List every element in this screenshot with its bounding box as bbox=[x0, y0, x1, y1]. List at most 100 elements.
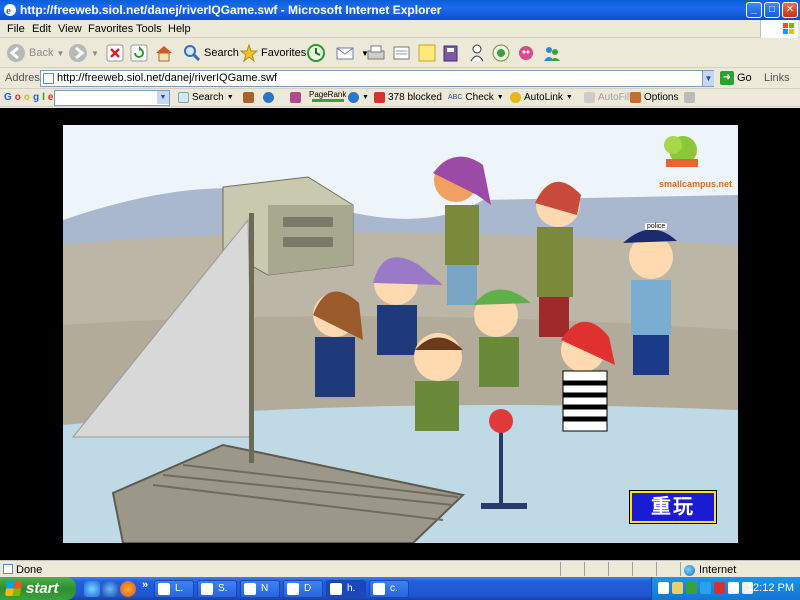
contacts-button[interactable] bbox=[542, 42, 562, 64]
spell-check-button[interactable]: ABC Check ▼ bbox=[448, 92, 504, 103]
river-crossing-scene bbox=[63, 125, 738, 543]
go-button[interactable]: ➜ Go bbox=[720, 71, 752, 85]
icq-button[interactable] bbox=[492, 42, 510, 64]
news-button[interactable] bbox=[243, 92, 254, 103]
news-icon bbox=[243, 92, 254, 103]
address-input[interactable]: http://freeweb.siol.net/danej/riverIQGam… bbox=[40, 70, 714, 87]
popup-blocker-button[interactable]: 378 blocked bbox=[374, 92, 442, 103]
spell-check-icon: ABC bbox=[448, 94, 463, 101]
back-arrow-icon bbox=[7, 44, 25, 62]
taskbar-item[interactable]: c. bbox=[369, 580, 409, 598]
history-button[interactable] bbox=[306, 42, 326, 64]
autolink-label: AutoLink bbox=[524, 92, 563, 103]
taskbar: start » L. S. N D h. c. 12:12 PM bbox=[0, 577, 800, 600]
firefox-quicklaunch-icon[interactable] bbox=[120, 581, 136, 597]
favorites-button[interactable]: Favorites bbox=[240, 42, 306, 64]
status-bar: Done Internet bbox=[0, 560, 800, 577]
svg-text:e: e bbox=[6, 5, 11, 17]
taskbar-item[interactable]: S. bbox=[197, 580, 237, 598]
taskbar-item[interactable]: L. bbox=[154, 580, 194, 598]
notes-button[interactable] bbox=[418, 42, 436, 64]
search-button[interactable]: Search bbox=[183, 42, 239, 64]
tray-icon[interactable] bbox=[658, 582, 669, 594]
replay-button[interactable]: 重玩 bbox=[629, 490, 717, 524]
tray-icon[interactable] bbox=[672, 582, 683, 594]
start-button[interactable]: start bbox=[0, 577, 76, 600]
menu-help[interactable]: Help bbox=[168, 23, 191, 35]
info-button[interactable]: ▼ bbox=[348, 92, 369, 103]
status-text: Done bbox=[16, 564, 43, 576]
autofill-icon bbox=[584, 92, 595, 103]
address-dropdown-button[interactable]: ▼ bbox=[702, 71, 714, 86]
autofill-label: AutoFill bbox=[598, 92, 632, 103]
tray-icon[interactable] bbox=[714, 582, 725, 594]
check-label: Check bbox=[465, 92, 494, 103]
options-label: Options bbox=[644, 92, 679, 103]
google-search-button[interactable]: Search ▼ bbox=[178, 92, 234, 103]
options-button[interactable]: Options bbox=[630, 92, 678, 103]
messenger-button[interactable] bbox=[468, 42, 486, 64]
ie-window-icon bbox=[330, 583, 342, 595]
quicklaunch-more-chevron[interactable]: » bbox=[142, 579, 148, 591]
tray-icon[interactable] bbox=[700, 582, 711, 594]
page-info-button[interactable] bbox=[290, 92, 301, 103]
minimize-button[interactable]: _ bbox=[746, 2, 762, 18]
menu-file[interactable]: File bbox=[7, 23, 25, 35]
research-button[interactable] bbox=[442, 42, 460, 64]
info-icon bbox=[348, 92, 359, 103]
highlight-button[interactable] bbox=[684, 92, 695, 103]
print-button[interactable] bbox=[366, 42, 386, 64]
status-divider bbox=[680, 562, 681, 576]
menu-view[interactable]: View bbox=[58, 23, 82, 35]
close-button[interactable]: ✕ bbox=[782, 2, 798, 18]
google-search-label: Search bbox=[192, 92, 224, 103]
taskbar-item[interactable]: N bbox=[240, 580, 280, 598]
mail-tray-icon[interactable] bbox=[728, 582, 739, 594]
links-button[interactable]: Links bbox=[764, 72, 790, 84]
stop-icon bbox=[106, 44, 124, 62]
site-search-button[interactable] bbox=[263, 92, 274, 103]
back-button[interactable]: Back ▼ bbox=[6, 42, 64, 64]
autolink-button[interactable]: AutoLink ▼ bbox=[510, 92, 573, 103]
media-quicklaunch-icon[interactable] bbox=[102, 581, 118, 597]
status-divider bbox=[632, 562, 633, 576]
printer-icon bbox=[367, 45, 385, 60]
status-divider bbox=[608, 562, 609, 576]
home-button[interactable] bbox=[154, 42, 174, 64]
menu-favorites[interactable]: Favorites bbox=[88, 23, 133, 35]
ie-quicklaunch-icon[interactable] bbox=[84, 581, 100, 597]
taskbar-item-active[interactable]: h. bbox=[326, 580, 366, 598]
clock[interactable]: 12:12 PM bbox=[747, 582, 794, 594]
notes-icon bbox=[418, 44, 436, 62]
start-label: start bbox=[26, 580, 59, 597]
browser-content: smallcampus.net police 重玩 bbox=[0, 108, 800, 560]
highlighter-icon bbox=[684, 92, 695, 103]
google-search-dropdown[interactable]: ▼ bbox=[157, 91, 169, 104]
window-icon bbox=[158, 583, 170, 595]
menu-tools[interactable]: Tools bbox=[136, 23, 162, 35]
taskbar-item-label: c. bbox=[390, 583, 398, 594]
cartoon-character-icon bbox=[519, 46, 533, 60]
taskbar-item[interactable]: D bbox=[283, 580, 323, 598]
search-icon bbox=[184, 45, 201, 62]
refresh-button[interactable] bbox=[130, 42, 148, 64]
back-label: Back bbox=[29, 47, 54, 59]
research-book-icon bbox=[443, 45, 458, 62]
forward-button[interactable]: ▼ bbox=[68, 42, 99, 64]
mail-button[interactable]: ▼ bbox=[336, 42, 369, 64]
stop-button[interactable] bbox=[106, 42, 124, 64]
go-label: Go bbox=[737, 72, 752, 84]
contacts-people-icon bbox=[544, 47, 560, 61]
windows-flag-icon bbox=[760, 20, 798, 38]
menu-edit[interactable]: Edit bbox=[32, 23, 51, 35]
autofill-button[interactable]: AutoFill bbox=[584, 92, 631, 103]
edit-button[interactable] bbox=[392, 42, 412, 64]
menu-bar: File Edit View Favorites Tools Help bbox=[0, 20, 800, 38]
google-search-input[interactable] bbox=[54, 90, 170, 106]
tray-icon[interactable] bbox=[686, 582, 697, 594]
system-tray: 12:12 PM bbox=[651, 577, 800, 600]
flash-game-canvas[interactable]: smallcampus.net police 重玩 bbox=[63, 125, 738, 543]
address-bar: Address http://freeweb.siol.net/danej/ri… bbox=[0, 69, 800, 89]
maximize-button[interactable]: □ bbox=[764, 2, 780, 18]
character-button[interactable] bbox=[516, 42, 536, 64]
